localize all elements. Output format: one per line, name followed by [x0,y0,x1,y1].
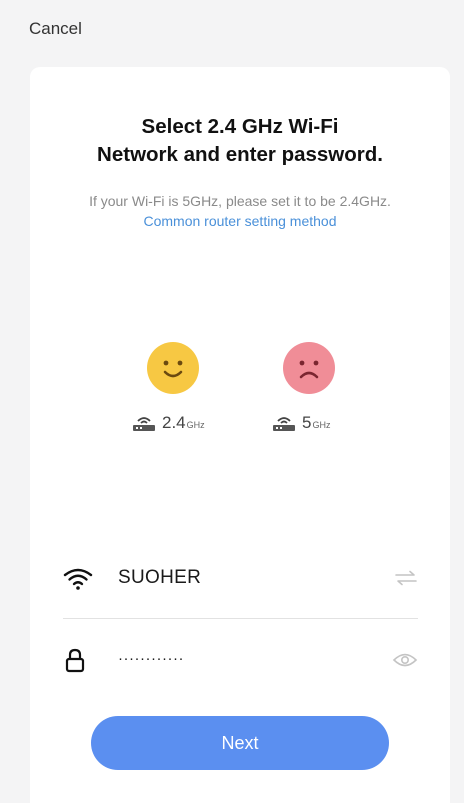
wifi-setup-card: Select 2.4 GHz Wi-Fi Network and enter p… [30,67,450,803]
title-line-2: Network and enter password. [97,143,383,166]
band-2-4-number: 2.4 [162,413,186,432]
router-setting-link[interactable]: Common router setting method [144,213,337,229]
happy-face-icon [147,342,199,394]
show-password-icon[interactable] [392,652,418,668]
field-divider [63,618,418,619]
instruction-body: If your Wi-Fi is 5GHz, please set it to … [89,193,391,209]
band-label-2-4ghz: 2.4 GHz [131,413,205,433]
sad-face-icon [283,342,335,394]
page-title: Select 2.4 GHz Wi-Fi Network and enter p… [30,113,450,169]
wifi-network-field[interactable]: SUOHER [63,561,418,597]
title-line-1: Select 2.4 GHz Wi-Fi [141,115,339,138]
wifi-icon [63,568,93,590]
cancel-button[interactable]: Cancel [29,19,82,39]
lock-icon [65,648,85,673]
band-5-unit: GHz [312,419,331,430]
instruction-text: If your Wi-Fi is 5GHz, please set it to … [60,191,420,231]
router-icon [133,417,155,431]
band-5-number: 5 [302,413,312,432]
band-2-4-unit: GHz [186,419,205,430]
switch-network-icon[interactable] [394,569,418,587]
network-name: SUOHER [118,567,202,588]
band-label-5ghz: 5 GHz [271,413,330,433]
password-field[interactable]: ············ [63,641,418,677]
password-value: ············ [118,650,184,667]
next-button[interactable]: Next [91,716,389,770]
router-icon [273,417,295,431]
